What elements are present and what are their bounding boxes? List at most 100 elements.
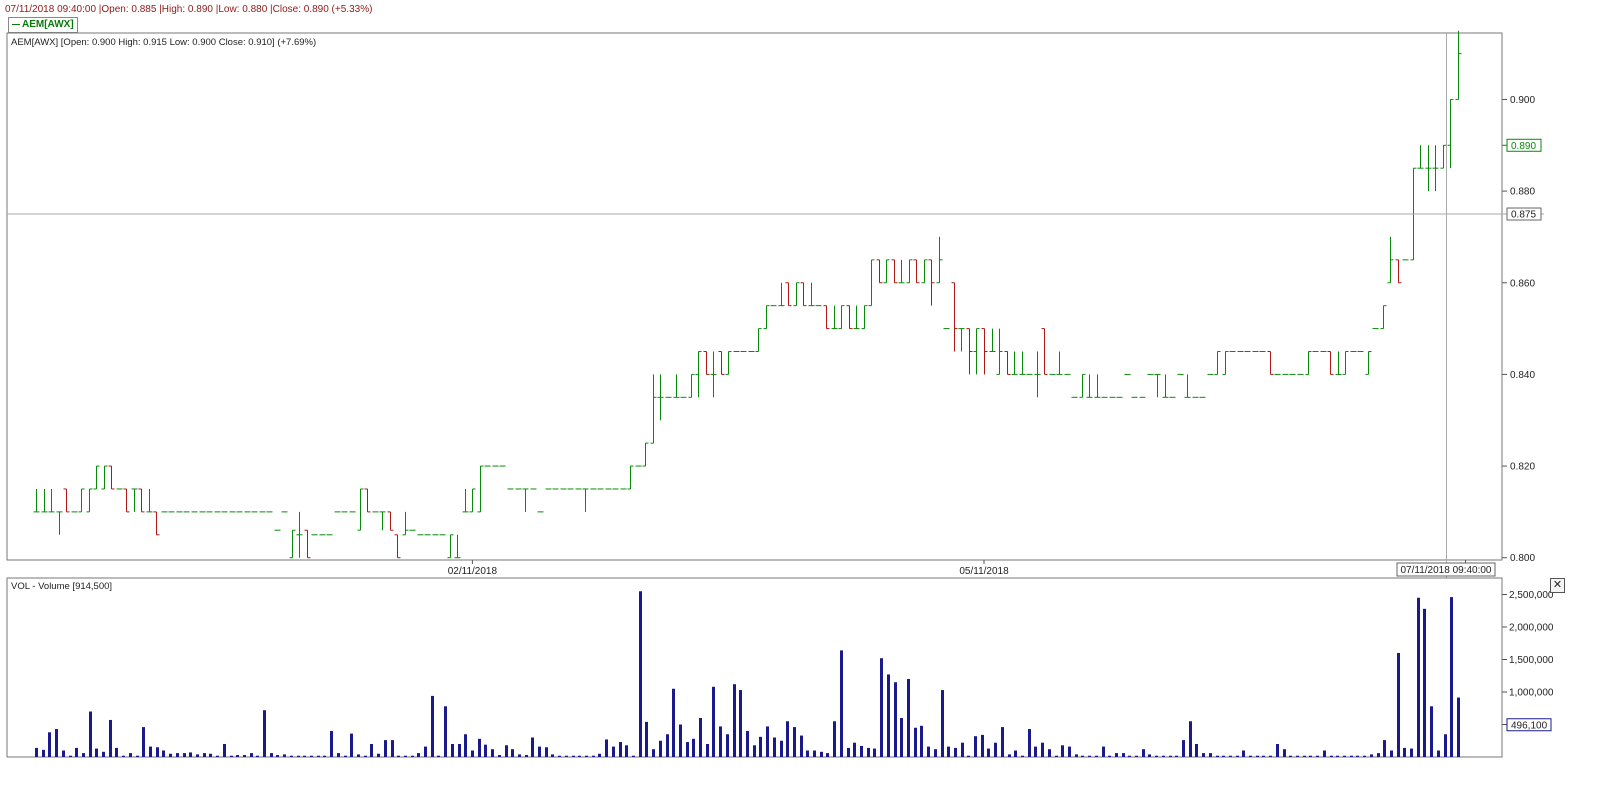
volume-bar: [820, 751, 823, 757]
volume-bar: [243, 755, 246, 757]
volume-bar: [417, 753, 420, 757]
volume-bar: [1169, 755, 1172, 757]
volume-bar: [511, 749, 514, 757]
volume-bar: [370, 744, 373, 757]
volume-bar: [1323, 750, 1326, 757]
volume-bar: [1135, 755, 1138, 757]
volume-bar: [813, 750, 816, 757]
volume-bar: [136, 755, 139, 757]
volume-bar: [1410, 748, 1413, 757]
volume-bar: [605, 739, 608, 757]
volume-bar: [833, 721, 836, 757]
volume-tick-label: 2,000,000: [1509, 623, 1554, 634]
volume-bar: [230, 755, 233, 757]
volume-bar: [1095, 755, 1098, 757]
volume-bar: [1209, 753, 1212, 757]
volume-bar: [1041, 742, 1044, 757]
volume-bar: [987, 748, 990, 757]
volume-bar: [75, 747, 78, 757]
volume-bar: [444, 706, 447, 757]
volume-bar: [1216, 755, 1219, 757]
crosshair-price-label: 0.875: [1511, 210, 1536, 221]
volume-bar: [873, 748, 876, 757]
volume-bar: [766, 726, 769, 757]
price-panel-label: AEM[AWX] [Open: 0.900 High: 0.915 Low: 0…: [11, 37, 317, 48]
volume-bar: [337, 753, 340, 757]
price-panel-frame: [6, 32, 1503, 561]
volume-bar: [1115, 753, 1118, 757]
volume-bar: [149, 746, 152, 757]
volume-bar: [1383, 740, 1386, 757]
volume-bar: [310, 755, 313, 757]
volume-bar: [666, 734, 669, 757]
volume-bar: [639, 591, 642, 757]
volume-bar: [1242, 750, 1245, 757]
volume-bar: [1068, 746, 1071, 757]
volume-bar: [686, 742, 689, 757]
volume-bar: [451, 744, 454, 757]
volume-bar: [907, 679, 910, 757]
volume-bar: [276, 755, 279, 757]
volume-bar: [679, 724, 682, 757]
volume-bar: [558, 755, 561, 757]
crosshair-time-label: 07/11/2018 09:40:00: [1400, 565, 1491, 576]
volume-bar: [303, 755, 306, 757]
volume-bar: [1028, 729, 1031, 757]
volume-bar: [1122, 753, 1125, 757]
volume-bar: [806, 750, 809, 757]
close-volume-panel-button[interactable]: ✕: [1550, 578, 1565, 593]
volume-bar: [203, 753, 206, 757]
date-axis: 02/11/201805/11/201806/11/2018: [448, 560, 1491, 577]
volume-bar: [391, 740, 394, 757]
volume-bar: [1296, 755, 1299, 757]
volume-bar: [572, 755, 575, 757]
volume-bar: [478, 738, 481, 757]
volume-bar: [927, 746, 930, 757]
volume-bar: [48, 732, 51, 757]
volume-bar: [954, 747, 957, 757]
volume-bar: [189, 752, 192, 757]
last-price-label: 0.890: [1511, 141, 1536, 152]
volume-bar: [384, 740, 387, 757]
volume-bar: [317, 755, 320, 757]
volume-bar: [1008, 754, 1011, 757]
volume-bar: [1444, 734, 1447, 757]
volume-bar: [746, 731, 749, 757]
volume-bar: [209, 753, 212, 757]
volume-bar: [196, 754, 199, 757]
volume-bar: [967, 755, 970, 757]
volume-bar: [1303, 755, 1306, 757]
volume-bar: [270, 753, 273, 757]
chart-canvas[interactable]: 0.800 0.820 0.840 0.860 0.880 0.900 0.890 02/1…: [0, 0, 1600, 788]
volume-bar: [377, 753, 380, 757]
volume-bar: [565, 755, 568, 757]
volume-bar: [256, 755, 259, 757]
volume-bar: [1343, 755, 1346, 757]
price-tick-label: 0.860: [1510, 278, 1535, 289]
volume-bar: [1034, 746, 1037, 757]
volume-bar: [545, 747, 548, 757]
volume-bar: [1088, 755, 1091, 757]
volume-bar: [1102, 746, 1105, 757]
volume-bar: [739, 690, 742, 757]
volume-bar: [330, 731, 333, 757]
volume-bar: [1236, 755, 1239, 757]
volume-bar: [585, 755, 588, 757]
volume-axis: 500,0001,000,0001,500,0002,000,0002,500,…: [1502, 590, 1554, 732]
volume-bar: [1283, 749, 1286, 757]
volume-bar: [1423, 608, 1426, 757]
volume-bar: [672, 688, 675, 757]
volume-bar: [169, 753, 172, 757]
volume-bar: [578, 755, 581, 757]
volume-bar: [250, 753, 253, 757]
volume-bar: [1356, 755, 1359, 757]
volume-bar: [592, 755, 595, 757]
price-tick-label: 0.900: [1510, 95, 1535, 106]
volume-bar: [129, 753, 132, 757]
volume-bar: [1081, 755, 1084, 757]
volume-bar: [69, 755, 72, 757]
volume-bar: [236, 755, 239, 757]
volume-bar: [1108, 755, 1111, 757]
price-plot-area: [6, 32, 1503, 561]
volume-bar: [1249, 755, 1252, 757]
